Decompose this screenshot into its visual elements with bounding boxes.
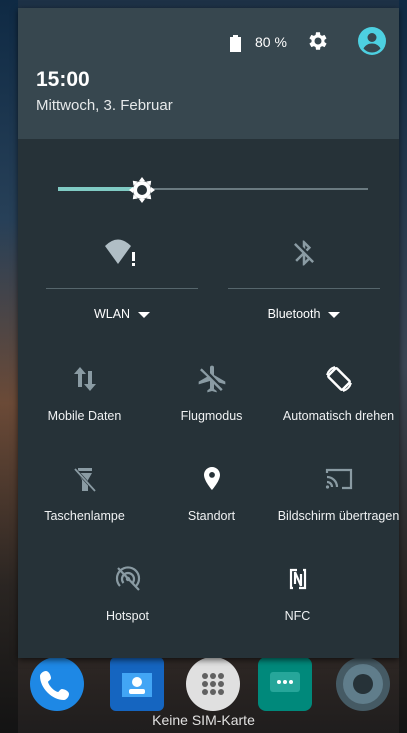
tile-label: Mobile Daten bbox=[47, 409, 122, 423]
bluetooth-tile[interactable]: Bluetooth bbox=[228, 238, 380, 333]
bluetooth-dropdown[interactable]: Bluetooth bbox=[228, 307, 380, 321]
tile-hotspot[interactable]: Hotspot bbox=[64, 563, 191, 643]
tile-label: Hotspot bbox=[105, 609, 150, 623]
tile-label: Flugmodus bbox=[180, 409, 243, 423]
wlan-tile[interactable]: WLAN bbox=[46, 238, 198, 333]
app-drawer-button[interactable] bbox=[186, 657, 240, 711]
battery-percentage: 80 % bbox=[255, 34, 287, 50]
sim-status-text: Keine SIM-Karte bbox=[152, 712, 255, 728]
app-drawer-icon bbox=[202, 673, 224, 695]
wlan-divider bbox=[46, 288, 198, 289]
tile-label: Taschenlampe bbox=[44, 509, 125, 523]
messages-app-icon[interactable] bbox=[258, 657, 312, 711]
phone-app-icon[interactable] bbox=[30, 657, 84, 711]
clock-time: 15:00 bbox=[36, 68, 90, 91]
bluetooth-disabled-icon bbox=[294, 240, 314, 266]
auto-rotate-icon bbox=[325, 366, 352, 392]
brightness-slider[interactable] bbox=[58, 187, 368, 191]
messages-icon bbox=[270, 672, 300, 692]
gear-icon[interactable] bbox=[306, 29, 330, 53]
camera-app-icon[interactable] bbox=[336, 657, 390, 711]
wlan-label: WLAN bbox=[93, 307, 131, 321]
location-icon bbox=[203, 467, 220, 490]
camera-icon bbox=[343, 664, 383, 704]
wlan-dropdown[interactable]: WLAN bbox=[46, 307, 198, 321]
quick-settings-header: 80 % 15:00 Mittwoch, 3. Februar bbox=[18, 8, 399, 139]
clock-date: Mittwoch, 3. Februar bbox=[36, 97, 173, 114]
account-circle-icon[interactable] bbox=[358, 27, 386, 55]
tile-location[interactable]: Standort bbox=[148, 463, 275, 543]
tile-cast-screen[interactable]: Bildschirm übertragen bbox=[275, 463, 402, 543]
wifi-alert-icon bbox=[105, 239, 135, 266]
airplane-off-icon bbox=[198, 365, 225, 393]
tile-label: Automatisch drehen bbox=[282, 409, 395, 423]
tile-nfc[interactable]: NFC bbox=[234, 563, 361, 643]
tile-label: NFC bbox=[284, 609, 311, 623]
nfc-icon bbox=[289, 568, 306, 590]
chevron-down-icon bbox=[328, 311, 341, 318]
tile-label: Standort bbox=[187, 509, 236, 523]
contacts-app-icon[interactable] bbox=[110, 657, 164, 711]
tile-auto-rotate[interactable]: Automatisch drehen bbox=[275, 363, 402, 443]
chevron-down-icon bbox=[138, 311, 151, 318]
tile-mobile-data[interactable]: Mobile Daten bbox=[21, 363, 148, 443]
brightness-icon[interactable] bbox=[128, 176, 156, 204]
flashlight-off-icon bbox=[73, 467, 96, 493]
phone-icon bbox=[40, 671, 69, 700]
contacts-icon bbox=[122, 673, 152, 697]
battery-icon bbox=[230, 35, 241, 52]
hotspot-off-icon bbox=[115, 566, 140, 591]
mobile-data-icon bbox=[73, 367, 96, 391]
tile-label: Bildschirm übertragen bbox=[277, 509, 400, 523]
tile-airplane-mode[interactable]: Flugmodus bbox=[148, 363, 275, 443]
quick-settings-panel: 80 % 15:00 Mittwoch, 3. Februar WLAN Blu… bbox=[18, 8, 399, 658]
cast-icon bbox=[325, 468, 352, 490]
bluetooth-divider bbox=[228, 288, 380, 289]
wallpaper-edge-left bbox=[0, 0, 18, 733]
tile-flashlight[interactable]: Taschenlampe bbox=[21, 463, 148, 543]
bluetooth-label: Bluetooth bbox=[267, 307, 321, 321]
